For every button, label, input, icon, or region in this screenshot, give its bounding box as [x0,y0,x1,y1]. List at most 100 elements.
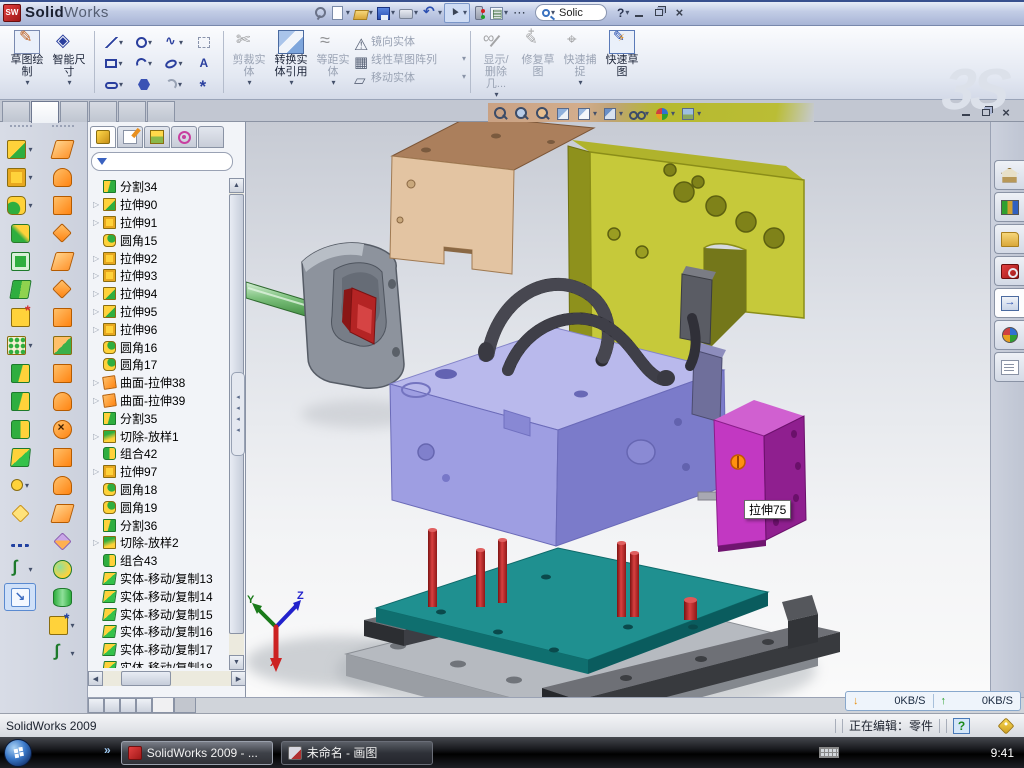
command-button[interactable]: 草图绘制 ▾ [7,29,47,88]
tree-item[interactable]: ▷ 分割36 [90,516,228,534]
feature-tool-button[interactable]: ▾ [46,611,78,639]
tray-icon[interactable] [951,746,964,759]
tree-item[interactable]: ▷ 实体-移动/复制14 [90,587,228,605]
command-button[interactable]: 转换实体引用 ▾ [271,29,311,88]
feature-tool-button[interactable]: ▾ [46,639,78,667]
tab-scroll-button[interactable] [120,698,136,713]
sketch-entity-button[interactable]: ▾ [159,53,189,74]
quick-access-button[interactable]: ▾ [444,3,470,23]
dropdown-caret-icon[interactable]: ▾ [28,173,32,182]
model-tab[interactable] [174,698,196,713]
tree-item[interactable]: ▷ 组合42 [90,445,228,463]
feature-tool-button[interactable] [4,415,36,443]
menu-item[interactable] [255,10,279,16]
quick-access-button[interactable]: ▾ [375,3,397,23]
expand-arrow-icon[interactable]: ▷ [93,200,103,209]
tree-item[interactable]: ▷ 实体-移动/复制16 [90,623,228,641]
feature-tool-button[interactable] [4,247,36,275]
tree-horizontal-scrollbar[interactable]: ◀ ▶ [88,671,246,686]
tree-item[interactable]: ▷ 拉伸93 [90,267,228,285]
dropdown-caret-icon[interactable]: ▾ [391,8,395,17]
dropdown-caret-icon[interactable]: ▾ [28,201,32,210]
task-pane-tab[interactable] [994,288,1024,318]
expand-arrow-icon[interactable]: ▷ [93,538,103,547]
command-button[interactable]: 快速捕捉 ▾ [560,29,600,100]
quick-tips-button[interactable]: ? [953,718,970,734]
sketch-entity-button[interactable] [129,74,159,95]
panel-tab[interactable] [117,126,143,148]
dropdown-caret-icon[interactable]: ▾ [671,109,675,118]
menu-item[interactable] [231,10,255,16]
tag-icon[interactable] [998,717,1015,734]
scroll-up-button[interactable]: ▲ [229,178,244,193]
dropdown-caret-icon[interactable]: ▾ [28,565,32,574]
quick-access-button[interactable]: ▾ [397,3,420,23]
dropdown-caret-icon[interactable]: ▾ [178,80,182,89]
dropdown-caret-icon[interactable]: ▾ [28,145,32,154]
tree-item[interactable]: ▷ 圆角15 [90,231,228,249]
app-close-button[interactable]: × [669,5,689,21]
command-button[interactable]: 等距实体 ▾ [313,29,353,88]
feature-tool-button[interactable]: ▾ [4,135,36,163]
quick-launch-icon[interactable] [38,745,54,761]
toolbar-grip[interactable] [52,125,74,133]
heads-up-button[interactable]: ▾ [602,106,623,122]
feature-tool-button[interactable] [4,583,36,611]
sketch-entity-button[interactable]: ▾ [129,53,159,74]
quick-launch-icon[interactable] [82,745,98,761]
dropdown-caret-icon[interactable]: ▾ [70,621,74,630]
heads-up-button[interactable] [534,106,550,122]
dropdown-caret-icon[interactable]: ▾ [504,8,508,17]
sketch-entity-button[interactable]: ▾ [99,53,129,74]
doc-minimize-button[interactable] [956,104,976,120]
tree-item[interactable]: ▷ 拉伸94 [90,285,228,303]
quick-access-button[interactable]: ▾ [328,3,352,23]
toolbar-grip[interactable] [10,125,32,133]
tree-item[interactable]: ▷ 曲面-拉伸38 [90,374,228,392]
task-pane-tab[interactable] [994,224,1024,254]
search-input-value[interactable]: Solic [559,7,583,19]
feature-tool-button[interactable] [46,499,78,527]
taskbar-clock[interactable]: 9:41 [991,746,1014,760]
feature-tool-button[interactable] [4,499,36,527]
app-restore-button[interactable] [649,5,669,21]
command-button[interactable]: 智能尺寸 ▾ [49,29,89,88]
tree-item[interactable]: ▷ 实体-移动/复制15 [90,605,228,623]
expand-arrow-icon[interactable]: ▷ [93,467,103,476]
dropdown-caret-icon[interactable]: ▾ [25,78,29,87]
tree-item[interactable]: ▷ 实体-移动/复制13 [90,570,228,588]
expand-arrow-icon[interactable]: ▷ [93,378,103,387]
feature-tool-button[interactable] [46,443,78,471]
dropdown-caret-icon[interactable]: ▾ [697,109,701,118]
dropdown-caret-icon[interactable]: ▾ [289,78,293,87]
expand-arrow-icon[interactable]: ▷ [93,289,103,298]
expand-arrow-icon[interactable]: ▷ [93,271,103,280]
quick-access-button[interactable] [510,3,529,23]
dropdown-caret-icon[interactable]: ▾ [346,8,350,17]
model-tab[interactable] [152,698,174,713]
scroll-down-button[interactable]: ▼ [229,655,244,670]
graphics-viewport[interactable] [246,122,990,697]
task-pane-tab[interactable] [994,256,1024,286]
start-button[interactable] [4,739,32,767]
dropdown-caret-icon[interactable]: ▾ [119,80,123,89]
feature-tool-button[interactable] [46,219,78,247]
dropdown-caret-icon[interactable]: ▾ [28,341,32,350]
feature-tool-button[interactable] [46,191,78,219]
command-button[interactable]: 剪裁实体 ▾ [229,29,269,88]
feature-tool-button[interactable] [46,359,78,387]
tray-icon[interactable] [900,746,913,759]
tree-item[interactable]: ▷ 拉伸92 [90,249,228,267]
feature-tool-button[interactable] [46,527,78,555]
tray-icon[interactable] [883,746,896,759]
tray-icon[interactable] [968,746,981,759]
dropdown-caret-icon[interactable]: ▾ [619,109,623,118]
dropdown-caret-icon[interactable]: ▾ [119,38,123,47]
menu-item[interactable] [279,10,303,16]
heads-up-button[interactable]: ▾ [576,106,597,122]
tab-scroll-button[interactable] [136,698,152,713]
dropdown-caret-icon[interactable]: ▾ [494,90,498,99]
dropdown-caret-icon[interactable]: ▾ [25,481,29,490]
dropdown-caret-icon[interactable]: ▾ [331,78,335,87]
dropdown-caret-icon[interactable]: ▾ [178,59,182,68]
